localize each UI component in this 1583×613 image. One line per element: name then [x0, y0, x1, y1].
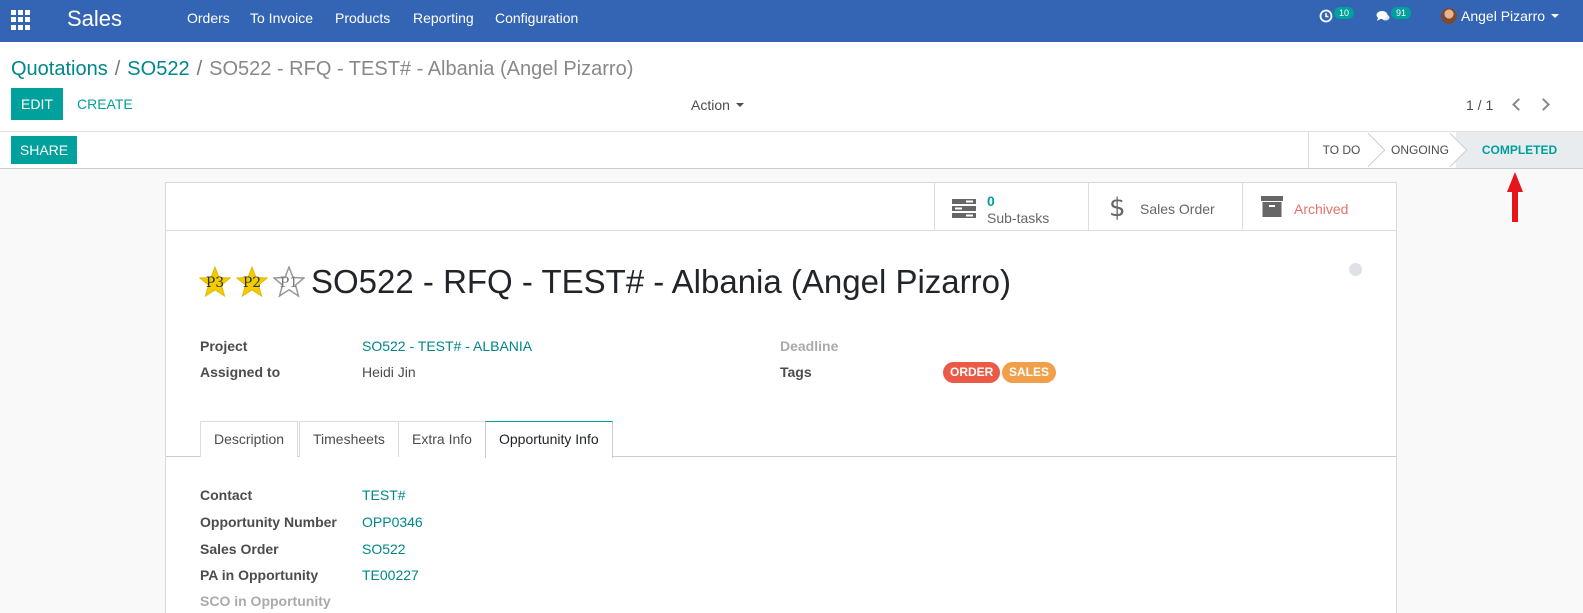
menu-reporting[interactable]: Reporting	[413, 10, 474, 26]
kanban-state-indicator[interactable]	[1349, 263, 1362, 276]
sales-order-button[interactable]: $ Sales Order	[1088, 183, 1243, 231]
stage-separator	[1368, 132, 1386, 168]
archived-toggle-button[interactable]: Archived	[1242, 183, 1397, 231]
activity-count-badge: 10	[1334, 7, 1355, 19]
subtasks-label: Sub-tasks	[987, 210, 1050, 226]
user-menu[interactable]: Angel Pizarro	[1441, 8, 1560, 24]
sales-order-field-value[interactable]: SO522	[362, 541, 406, 557]
tab-opportunity-info[interactable]: Opportunity Info	[485, 421, 613, 458]
action-label: Action	[691, 97, 730, 113]
edit-button[interactable]: EDIT	[11, 88, 63, 120]
assigned-to-value[interactable]: Heidi Jin	[362, 364, 416, 380]
pa-in-opportunity-label: PA in Opportunity	[200, 567, 319, 583]
priority-star-p3[interactable]: P3	[198, 265, 232, 298]
share-button[interactable]: SHARE	[11, 136, 77, 164]
breadcrumb: Quotations / SO522 / SO522 - RFQ - TEST# - A…	[11, 58, 633, 81]
form-sheet: 0 Sub-tasks $ Sales Order Archived P3 P2…	[165, 182, 1397, 613]
opportunity-number-value[interactable]: OPP0346	[362, 514, 423, 530]
clock-icon	[1319, 9, 1333, 23]
tag-order[interactable]: ORDER	[943, 362, 1001, 383]
project-value[interactable]: SO522 - TEST# - ALBANIA	[362, 338, 532, 354]
contact-value[interactable]: TEST#	[362, 487, 406, 503]
pa-in-opportunity-value[interactable]: TE00227	[362, 567, 419, 583]
priority-star-label: P2	[242, 275, 262, 291]
sales-order-label: Sales Order	[1140, 201, 1215, 217]
create-button[interactable]: CREATE	[77, 88, 133, 120]
priority-star-p2[interactable]: P2	[235, 265, 269, 298]
assigned-to-label: Assigned to	[200, 364, 281, 380]
control-panel: Quotations / SO522 / SO522 - RFQ - TEST# - A…	[0, 42, 1583, 132]
stage-separator	[1450, 132, 1468, 168]
breadcrumb-current: SO522 - RFQ - TEST# - Albania (Angel Piz…	[209, 58, 634, 80]
project-label: Project	[200, 338, 248, 354]
deadline-label: Deadline	[780, 338, 839, 354]
tasks-icon	[952, 199, 976, 218]
smart-button-box: 0 Sub-tasks $ Sales Order Archived	[166, 183, 1396, 231]
avatar	[1441, 8, 1457, 24]
menu-products[interactable]: Products	[335, 10, 390, 26]
priority-star-label: P3	[205, 275, 225, 291]
chevron-down-icon	[735, 103, 744, 107]
tags-label: Tags	[780, 364, 812, 380]
user-name: Angel Pizarro	[1461, 8, 1546, 24]
tag-sales[interactable]: SALES	[1002, 362, 1057, 383]
tab-timesheets[interactable]: Timesheets	[299, 421, 399, 457]
opportunity-number-label: Opportunity Number	[200, 514, 337, 530]
chevron-left-icon[interactable]	[1512, 98, 1525, 111]
stage-todo[interactable]: TO DO	[1308, 132, 1374, 168]
priority-star-label: P1	[279, 275, 299, 291]
sales-order-field-label: Sales Order	[200, 541, 279, 557]
annotation-arrow-icon	[1507, 172, 1523, 222]
messages-button[interactable]: 91	[1376, 7, 1412, 24]
breadcrumb-separator: /	[114, 58, 121, 80]
activity-button[interactable]: 10	[1319, 7, 1355, 24]
stage-completed[interactable]: COMPLETED	[1456, 132, 1583, 168]
menu-to-invoice[interactable]: To Invoice	[250, 10, 313, 26]
sco-in-opportunity-label: SCO in Opportunity	[200, 593, 331, 609]
stage-ongoing[interactable]: ONGOING	[1386, 132, 1454, 168]
priority-star-p1[interactable]: P1	[272, 264, 306, 298]
comments-icon	[1376, 11, 1390, 21]
chevron-right-icon[interactable]	[1537, 98, 1550, 111]
breadcrumb-separator: /	[196, 58, 203, 80]
subtasks-button[interactable]: 0 Sub-tasks	[934, 183, 1089, 231]
dollar-icon: $	[1109, 193, 1126, 223]
statusbar: SHARE TO DO ONGOING COMPLETED	[0, 132, 1583, 169]
top-navbar: Sales Orders To Invoice Products Reporti…	[0, 0, 1583, 42]
breadcrumb-so522[interactable]: SO522	[127, 58, 189, 80]
messages-count-badge: 91	[1391, 7, 1412, 19]
breadcrumb-quotations[interactable]: Quotations	[11, 58, 108, 80]
tab-description[interactable]: Description	[200, 421, 299, 457]
record-title[interactable]: SO522 - RFQ - TEST# - Albania (Angel Piz…	[311, 263, 1011, 301]
chevron-down-icon	[1551, 14, 1560, 18]
menu-orders[interactable]: Orders	[187, 10, 230, 26]
app-name[interactable]: Sales	[67, 6, 122, 32]
pager-value[interactable]: 1 / 1	[1466, 97, 1493, 113]
contact-label: Contact	[200, 487, 253, 503]
tab-extra-info[interactable]: Extra Info	[398, 421, 486, 457]
menu-configuration[interactable]: Configuration	[495, 10, 578, 26]
action-dropdown[interactable]: Action	[691, 97, 744, 113]
archived-label: Archived	[1294, 201, 1349, 217]
subtasks-count: 0	[987, 193, 995, 209]
notebook-tabs: Description Timesheets Extra Info Opport…	[166, 421, 1396, 458]
archive-icon	[1261, 196, 1283, 217]
apps-menu-icon[interactable]	[11, 10, 31, 30]
